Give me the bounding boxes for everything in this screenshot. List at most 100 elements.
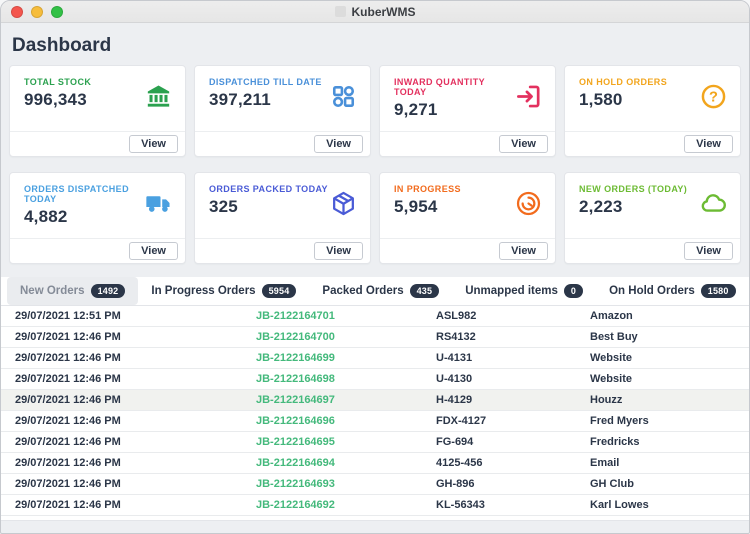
stat-card-body: ORDERS PACKED TODAY 325 xyxy=(195,173,370,238)
orders-tab-packed-orders[interactable]: Packed Orders 435 xyxy=(309,277,452,305)
order-table-row[interactable]: 29/07/2021 12:46 PM JB-2122164700 RS4132… xyxy=(1,327,749,348)
orders-tab-in-progress-orders[interactable]: In Progress Orders 5954 xyxy=(138,277,309,305)
orders-table: 29/07/2021 12:51 PM JB-2122164701 ASL982… xyxy=(1,305,749,516)
order-id-link[interactable]: JB-2122164701 xyxy=(242,306,422,326)
minimize-icon[interactable] xyxy=(31,6,43,18)
view-button[interactable]: View xyxy=(499,242,548,260)
order-id-link[interactable]: JB-2122164695 xyxy=(242,432,422,452)
stat-card-label: NEW ORDERS (TODAY) xyxy=(579,184,687,194)
stat-card-label: INWARD QUANTITY TODAY xyxy=(394,77,515,97)
page-title: Dashboard xyxy=(1,23,749,65)
order-channel-cell: Best Buy xyxy=(576,327,749,347)
order-reference-cell: FG-694 xyxy=(422,432,576,452)
order-table-row[interactable]: 29/07/2021 12:46 PM JB-2122164692 KL-563… xyxy=(1,495,749,516)
question-icon: ? xyxy=(700,83,727,110)
view-button[interactable]: View xyxy=(314,242,363,260)
stat-card-footer: View xyxy=(380,131,555,156)
order-table-row[interactable]: 29/07/2021 12:46 PM JB-2122164698 U-4130… xyxy=(1,369,749,390)
order-datetime-cell: 29/07/2021 12:46 PM xyxy=(1,369,242,389)
order-id-link[interactable]: JB-2122164696 xyxy=(242,411,422,431)
stat-card-footer: View xyxy=(10,131,185,156)
order-id-link[interactable]: JB-2122164700 xyxy=(242,327,422,347)
timer-icon xyxy=(515,190,542,217)
stat-card-value: 5,954 xyxy=(394,197,461,217)
order-table-row[interactable]: 29/07/2021 12:46 PM JB-2122164695 FG-694… xyxy=(1,432,749,453)
truck-icon xyxy=(145,190,172,217)
stat-card-footer: View xyxy=(565,238,740,263)
tab-count-badge: 5954 xyxy=(262,284,297,298)
bank-icon xyxy=(145,83,172,110)
cloud-icon xyxy=(700,190,727,217)
order-table-row[interactable]: 29/07/2021 12:46 PM JB-2122164693 GH-896… xyxy=(1,474,749,495)
order-reference-cell: GH-896 xyxy=(422,474,576,494)
stat-card: IN PROGRESS 5,954 View xyxy=(379,172,556,264)
order-reference-cell: KL-56343 xyxy=(422,495,576,515)
view-button[interactable]: View xyxy=(684,242,733,260)
view-button[interactable]: View xyxy=(129,242,178,260)
orders-tab-on-hold-orders[interactable]: On Hold Orders 1580 xyxy=(596,277,748,305)
order-id-link[interactable]: JB-2122164697 xyxy=(242,390,422,410)
titlebar: KuberWMS xyxy=(1,1,749,23)
order-channel-cell: Fredricks xyxy=(576,432,749,452)
view-button[interactable]: View xyxy=(129,135,178,153)
order-table-row[interactable]: 29/07/2021 12:51 PM JB-2122164701 ASL982… xyxy=(1,306,749,327)
order-id-link[interactable]: JB-2122164693 xyxy=(242,474,422,494)
order-channel-cell: Houzz xyxy=(576,390,749,410)
order-id-link[interactable]: JB-2122164699 xyxy=(242,348,422,368)
order-table-row[interactable]: 29/07/2021 12:46 PM JB-2122164697 H-4129… xyxy=(1,390,749,411)
tab-label: On Hold Orders xyxy=(609,285,695,297)
stat-card-value: 397,211 xyxy=(209,90,322,110)
order-id-link[interactable]: JB-2122164694 xyxy=(242,453,422,473)
stat-card-value: 1,580 xyxy=(579,90,667,110)
tab-label: In Progress Orders xyxy=(151,285,255,297)
category-icon xyxy=(330,83,357,110)
stat-card-value: 9,271 xyxy=(394,100,515,120)
order-datetime-cell: 29/07/2021 12:46 PM xyxy=(1,390,242,410)
orders-tab-new-orders[interactable]: New Orders 1492 xyxy=(7,277,138,305)
tab-count-badge: 435 xyxy=(410,284,440,298)
stat-card: ORDERS DISPATCHED TODAY 4,882 View xyxy=(9,172,186,264)
stat-card-footer: View xyxy=(565,131,740,156)
stat-card-footer: View xyxy=(380,238,555,263)
tab-label: Unmapped items xyxy=(465,285,558,297)
svg-text:?: ? xyxy=(709,90,718,106)
stat-card-body: ORDERS DISPATCHED TODAY 4,882 xyxy=(10,173,185,238)
stat-card-body: DISPATCHED TILL DATE 397,211 xyxy=(195,66,370,131)
stat-card-value: 996,343 xyxy=(24,90,91,110)
order-datetime-cell: 29/07/2021 12:46 PM xyxy=(1,327,242,347)
close-icon[interactable] xyxy=(11,6,23,18)
order-datetime-cell: 29/07/2021 12:46 PM xyxy=(1,474,242,494)
order-datetime-cell: 29/07/2021 12:46 PM xyxy=(1,453,242,473)
zoom-icon[interactable] xyxy=(51,6,63,18)
order-table-row[interactable]: 29/07/2021 12:46 PM JB-2122164699 U-4131… xyxy=(1,348,749,369)
stat-card: TOTAL STOCK 996,343 View xyxy=(9,65,186,157)
view-button[interactable]: View xyxy=(314,135,363,153)
stat-card-body: ON HOLD ORDERS 1,580 ? xyxy=(565,66,740,131)
order-reference-cell: U-4130 xyxy=(422,369,576,389)
view-button[interactable]: View xyxy=(499,135,548,153)
order-table-row[interactable]: 29/07/2021 12:46 PM JB-2122164696 FDX-41… xyxy=(1,411,749,432)
stat-card-label: ON HOLD ORDERS xyxy=(579,77,667,87)
order-id-link[interactable]: JB-2122164692 xyxy=(242,495,422,515)
order-channel-cell: Email xyxy=(576,453,749,473)
tab-count-badge: 0 xyxy=(564,284,583,298)
view-button[interactable]: View xyxy=(684,135,733,153)
order-table-row[interactable]: 29/07/2021 12:46 PM JB-2122164694 4125-4… xyxy=(1,453,749,474)
stat-card: ON HOLD ORDERS 1,580 ? View xyxy=(564,65,741,157)
order-reference-cell: U-4131 xyxy=(422,348,576,368)
orders-tab-unmapped-items[interactable]: Unmapped items 0 xyxy=(452,277,596,305)
stat-card-label: IN PROGRESS xyxy=(394,184,461,194)
order-channel-cell: Amazon xyxy=(576,306,749,326)
stat-card-label: DISPATCHED TILL DATE xyxy=(209,77,322,87)
stat-card-value: 325 xyxy=(209,197,328,217)
table-footer-spacer xyxy=(1,516,749,521)
order-datetime-cell: 29/07/2021 12:46 PM xyxy=(1,348,242,368)
tab-count-badge: 1580 xyxy=(701,284,736,298)
stat-card: INWARD QUANTITY TODAY 9,271 View xyxy=(379,65,556,157)
order-id-link[interactable]: JB-2122164698 xyxy=(242,369,422,389)
stat-card-body: INWARD QUANTITY TODAY 9,271 xyxy=(380,66,555,131)
stat-cards-grid: TOTAL STOCK 996,343 View DISPATCHED TILL… xyxy=(9,65,741,264)
order-channel-cell: Karl Lowes xyxy=(576,495,749,515)
stat-card-body: TOTAL STOCK 996,343 xyxy=(10,66,185,131)
tab-label: New Orders xyxy=(20,285,85,297)
